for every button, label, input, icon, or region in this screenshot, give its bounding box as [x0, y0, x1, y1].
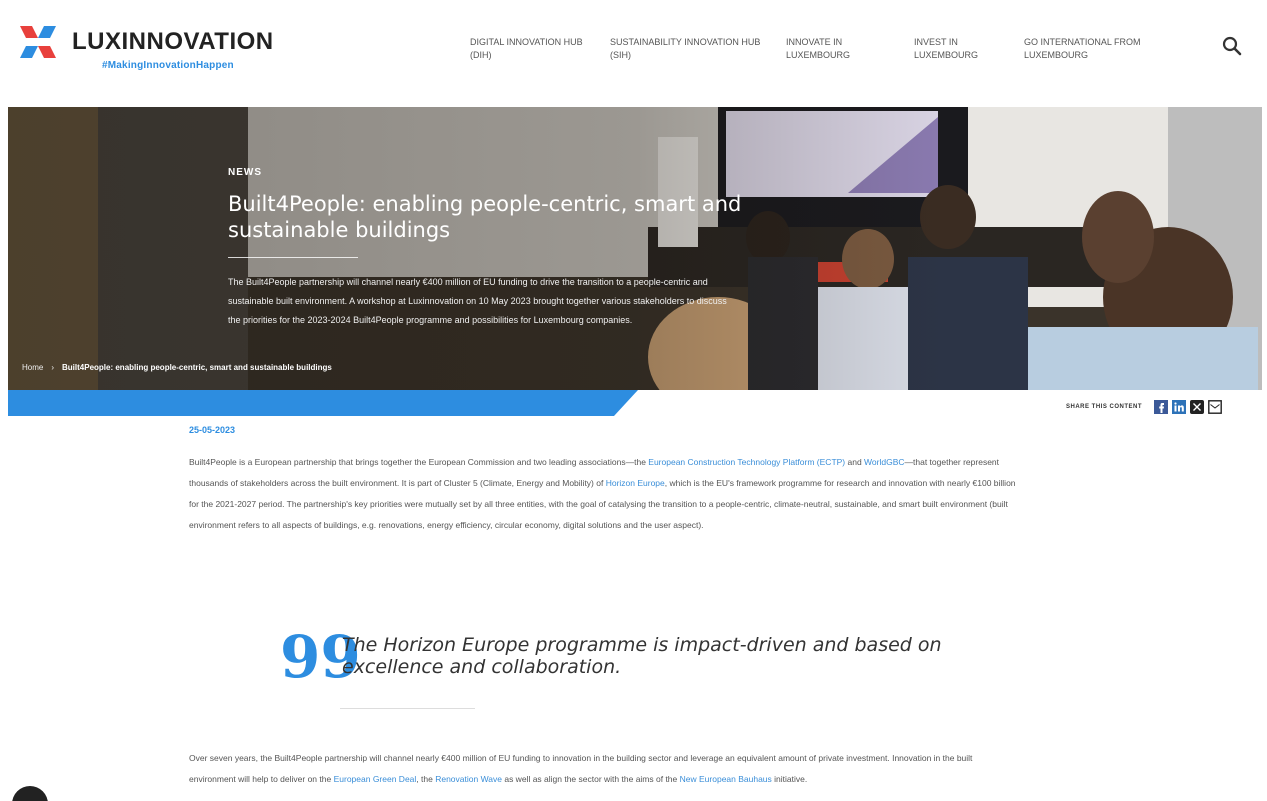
- logo-mark-icon: [20, 26, 56, 58]
- share-bar: SHARE THIS CONTENT: [1066, 400, 1222, 414]
- main-nav: Digital innovation hub (DIH) Sustainabil…: [470, 36, 1194, 76]
- link-green-deal[interactable]: European Green Deal: [334, 774, 417, 784]
- link-horizon-europe[interactable]: Horizon Europe: [606, 478, 665, 488]
- search-icon[interactable]: [1220, 34, 1244, 58]
- paragraph-text: Built4People is a European partnership t…: [189, 457, 649, 467]
- page-title: Built4People: enabling people-centric, s…: [228, 192, 742, 242]
- hero-accent-bar: [8, 390, 638, 416]
- nav-item-dih[interactable]: Digital innovation hub (DIH): [470, 36, 610, 76]
- breadcrumb-separator: ›: [51, 363, 55, 372]
- nav-item-go-international[interactable]: Go international from Luxembourg: [1024, 36, 1194, 76]
- article-paragraph: Over seven years, the Built4People partn…: [189, 748, 1019, 790]
- paragraph-text: initiative.: [771, 774, 808, 784]
- hero-divider: [228, 257, 358, 258]
- breadcrumb-current: Built4People: enabling people-centric, s…: [62, 363, 332, 372]
- breadcrumb-home[interactable]: Home: [22, 363, 43, 372]
- luxinnovation-logo[interactable]: LUXINNOVATION #MakingInnovationHappen: [16, 20, 286, 76]
- paragraph-text: and: [845, 457, 865, 467]
- linkedin-icon[interactable]: [1172, 400, 1187, 414]
- x-icon[interactable]: [1190, 400, 1205, 414]
- email-icon[interactable]: [1208, 400, 1222, 414]
- share-label: SHARE THIS CONTENT: [1066, 404, 1143, 410]
- site-header: LUXINNOVATION #MakingInnovationHappen Di…: [0, 0, 1267, 107]
- link-new-european-bauhaus[interactable]: New European Bauhaus: [680, 774, 772, 784]
- link-ectp[interactable]: European Construction Technology Platfor…: [648, 457, 845, 467]
- nav-item-sih[interactable]: Sustainability innovation hub (SIH): [610, 36, 786, 76]
- link-renovation-wave[interactable]: Renovation Wave: [435, 774, 502, 784]
- paragraph-text: , the: [416, 774, 436, 784]
- nav-item-innovate[interactable]: Innovate in Luxembourg: [786, 36, 914, 76]
- link-worldgbc[interactable]: WorldGBC: [864, 457, 904, 467]
- hero-kicker: NEWS: [228, 167, 262, 178]
- pull-quote: 99 The Horizon Europe programme is impac…: [280, 628, 980, 692]
- article-paragraph: Built4People is a European partnership t…: [189, 452, 1019, 536]
- paragraph-text: as well as align the sector with the aim…: [501, 774, 680, 784]
- facebook-icon[interactable]: [1154, 400, 1169, 414]
- hero-overlay: [8, 107, 1262, 390]
- quote-divider: [340, 708, 475, 709]
- hero-banner: NEWS Built4People: enabling people-centr…: [8, 107, 1262, 390]
- hero-summary: The Built4People partnership will channe…: [228, 277, 727, 325]
- logo-tagline: #MakingInnovationHappen: [102, 60, 234, 71]
- article-date: 25-05-2023: [189, 425, 236, 435]
- logo-wordmark: LUXINNOVATION: [72, 28, 274, 55]
- breadcrumb: Home › Built4People: enabling people-cen…: [22, 363, 332, 372]
- quote-text: The Horizon Europe programme is impact-d…: [342, 634, 942, 678]
- chat-widget-button[interactable]: [12, 786, 48, 801]
- nav-item-invest[interactable]: Invest in Luxembourg: [914, 36, 1024, 76]
